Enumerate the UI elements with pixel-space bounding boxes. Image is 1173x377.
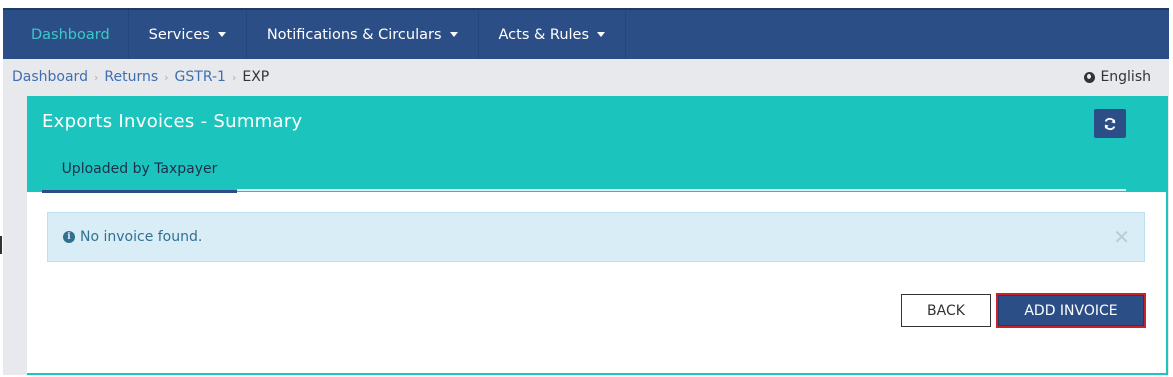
language-label: English <box>1100 69 1151 85</box>
tab-label: Uploaded by Taxpayer <box>61 161 218 177</box>
breadcrumb-returns[interactable]: Returns <box>104 69 158 85</box>
info-icon: i <box>63 231 75 243</box>
language-selector[interactable]: English <box>1084 69 1151 85</box>
alert-message: No invoice found. <box>80 229 203 245</box>
nav-services[interactable]: Services <box>129 10 247 59</box>
page-title: Exports Invoices - Summary <box>42 111 303 132</box>
nav-dashboard[interactable]: Dashboard <box>3 10 129 59</box>
globe-icon <box>1084 71 1096 83</box>
summary-card: Exports Invoices - Summary Uploaded by T… <box>27 96 1167 375</box>
nav-acts-label: Acts & Rules <box>498 26 590 43</box>
card-border-bottom <box>27 373 1167 375</box>
nav-acts-rules[interactable]: Acts & Rules <box>479 10 627 59</box>
tab-divider <box>237 189 1126 191</box>
chevron-down-icon <box>449 32 458 37</box>
nav-dashboard-label: Dashboard <box>31 26 110 43</box>
breadcrumb-current: EXP <box>242 69 270 85</box>
nav-services-label: Services <box>148 26 210 43</box>
refresh-icon <box>1104 117 1116 130</box>
card-header: Exports Invoices - Summary Uploaded by T… <box>27 96 1167 193</box>
back-button-label: BACK <box>927 302 965 319</box>
window-edge-mark <box>0 236 2 254</box>
chevron-down-icon <box>217 32 226 37</box>
chevron-down-icon <box>597 32 606 37</box>
tab-uploaded-by-taxpayer[interactable]: Uploaded by Taxpayer <box>42 148 237 193</box>
breadcrumb-separator-icon: › <box>231 70 237 84</box>
top-navbar: Dashboard Services Notifications & Circu… <box>3 8 1169 59</box>
window-top <box>0 0 1173 8</box>
breadcrumb-dashboard[interactable]: Dashboard <box>12 69 88 85</box>
breadcrumb-separator-icon: › <box>93 70 99 84</box>
nav-notifications-circulars[interactable]: Notifications & Circulars <box>247 10 479 59</box>
breadcrumb-gstr1[interactable]: GSTR-1 <box>175 69 226 85</box>
add-invoice-button-label: ADD INVOICE <box>1024 302 1118 319</box>
breadcrumb-separator-icon: › <box>164 70 169 84</box>
nav-notifications-label: Notifications & Circulars <box>266 26 442 43</box>
card-border-right <box>1166 96 1168 375</box>
breadcrumb: Dashboard › Returns › GSTR-1 › EXP <box>12 69 269 85</box>
info-alert: i No invoice found. ✕ <box>47 212 1145 262</box>
add-invoice-button[interactable]: ADD INVOICE <box>996 293 1146 328</box>
back-button[interactable]: BACK <box>901 294 991 327</box>
close-icon[interactable]: ✕ <box>1113 225 1130 249</box>
refresh-button[interactable] <box>1094 109 1126 138</box>
